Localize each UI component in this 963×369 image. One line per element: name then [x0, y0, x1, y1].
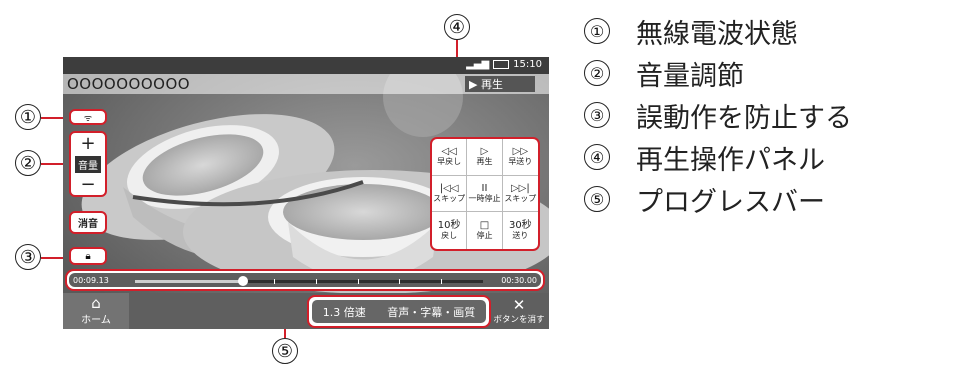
progress-knob[interactable]	[237, 276, 248, 286]
callout-4-badge: ④	[444, 14, 470, 40]
status-bar: ▂▄▆ 15:10	[63, 57, 549, 74]
legend-number: ④	[584, 144, 610, 170]
legend-text: プログレスバー	[636, 186, 825, 218]
callout-2-text: ②	[19, 152, 37, 174]
progress-fill	[135, 280, 243, 283]
skip-forward-icon: ▷▷|	[510, 182, 530, 194]
chapter-tick	[441, 279, 443, 284]
callout-3-text: ③	[19, 246, 37, 268]
signal-icon: ▂▄▆	[466, 59, 490, 70]
forward-30s-button[interactable]: 30秒 送り	[503, 212, 538, 249]
pause-label: 一時停止	[468, 193, 501, 203]
legend-item: ① 無線電波状態	[584, 10, 852, 52]
home-icon: ⌂	[91, 294, 101, 312]
hide-buttons-label: ボタンを消す	[493, 314, 545, 325]
stop-label: 停止	[476, 231, 493, 241]
legend-text: 誤動作を防止する	[636, 102, 852, 134]
home-label: ホーム	[81, 315, 111, 326]
volume-up-button[interactable]: +	[80, 134, 95, 153]
legend-text: 再生操作パネル	[636, 144, 825, 176]
legend-item: ④ 再生操作パネル	[584, 136, 852, 178]
fast-forward-icon: ▷▷	[512, 146, 529, 158]
replay-10s-text: 10秒	[437, 220, 461, 232]
legend-text: 無線電波状態	[636, 18, 798, 50]
legend-item: ③ 誤動作を防止する	[584, 94, 852, 136]
hide-buttons-button[interactable]: ✕ ボタンを消す	[489, 293, 549, 329]
play-state-indicator: ▶ 再生	[465, 76, 535, 92]
callout-4-text: ④	[448, 16, 466, 38]
progress-bar-body: 00:09.13 00:30.00	[69, 273, 541, 287]
callout-1-badge: ①	[15, 104, 41, 130]
legend-number: ②	[584, 60, 610, 86]
fast-forward-label: 早送り	[508, 157, 533, 167]
skip-forward-label: スキップ	[504, 193, 537, 203]
legend-number: ③	[584, 102, 610, 128]
mute-label: 消音	[78, 219, 98, 230]
volume-label: 音量	[75, 155, 101, 173]
program-title: OOOOOOOOOO	[67, 75, 191, 93]
rewind-label: 早戻し	[437, 157, 462, 167]
lock-icon: 🔒︎	[85, 250, 91, 262]
wifi-icon: ᯤ	[83, 113, 93, 124]
rewind-icon: ◁◁	[441, 146, 457, 158]
callout-5-text: ⑤	[276, 340, 294, 362]
home-button[interactable]: ⌂ ホーム	[63, 293, 129, 329]
wireless-status-indicator: ᯤ	[69, 109, 107, 125]
pause-icon: II	[481, 182, 488, 194]
skip-back-button[interactable]: |◁◁ スキップ	[432, 175, 468, 213]
chapter-tick	[274, 279, 276, 284]
audio-subtitle-quality-button[interactable]: 音声・字幕・画質	[387, 304, 475, 320]
chapter-tick	[357, 279, 359, 284]
callout-3-badge: ③	[15, 244, 41, 270]
current-time: 00:09.13	[73, 276, 109, 285]
replay-10s-label: 戻し	[441, 231, 458, 241]
skip-forward-button[interactable]: ▷▷| スキップ	[502, 176, 538, 213]
progress-track[interactable]	[135, 276, 483, 286]
callout-2-badge: ②	[15, 150, 41, 176]
play-label: 再生	[476, 157, 493, 167]
volume-control[interactable]: + 音量 −	[69, 131, 107, 197]
pause-button[interactable]: II 一時停止	[467, 175, 503, 213]
progress-bar[interactable]: 00:09.13 00:30.00	[65, 269, 545, 291]
playback-panel: ◁◁ 早戻し ▷ 再生 ▷▷ 早送り |◁◁ スキップ II 一時停止 ▷▷| スキップ 1…	[430, 137, 540, 251]
legend-item: ⑤ プログレスバー	[584, 178, 852, 220]
volume-down-button[interactable]: −	[80, 175, 95, 194]
speed-button[interactable]: 1.3 倍速	[323, 304, 366, 320]
skip-back-label: スキップ	[433, 193, 466, 203]
battery-icon	[493, 60, 510, 69]
bottom-bar: ⌂ ホーム 1.3 倍速 音声・字幕・画質 ✕ ボタンを消す	[63, 293, 549, 329]
playback-options-body: 1.3 倍速 音声・字幕・画質	[312, 300, 486, 323]
play-icon: ▷	[480, 146, 489, 158]
callout-5-badge: ⑤	[272, 338, 298, 364]
player-screen: ▂▄▆ 15:10 OOOOOOOOOO ▶ 再生 ᯤ + 音量 − 消音 🔒︎…	[63, 57, 549, 329]
forward-30s-label: 送り	[512, 231, 529, 241]
skip-back-icon: |◁◁	[439, 182, 459, 194]
total-time: 00:30.00	[501, 276, 537, 285]
lock-button[interactable]: 🔒︎	[69, 247, 107, 265]
callout-1-text: ①	[19, 106, 37, 128]
chapter-tick	[399, 279, 401, 284]
legend-number: ⑤	[584, 186, 610, 212]
playback-options: 1.3 倍速 音声・字幕・画質	[307, 295, 491, 328]
status-indicators: ▂▄▆ 15:10	[466, 59, 542, 70]
legend-item: ② 音量調節	[584, 52, 852, 94]
rewind-button[interactable]: ◁◁ 早戻し	[432, 139, 468, 176]
mute-button[interactable]: 消音	[69, 211, 107, 234]
legend-number: ①	[584, 18, 610, 44]
stop-icon: □	[479, 220, 490, 232]
forward-30s-text: 30秒	[508, 220, 532, 232]
fast-forward-button[interactable]: ▷▷ 早送り	[502, 139, 538, 176]
close-icon: ✕	[512, 295, 526, 314]
status-time: 15:10	[513, 59, 542, 70]
stop-button[interactable]: □ 停止	[467, 212, 503, 249]
chapter-tick	[315, 279, 317, 284]
legend-text: 音量調節	[636, 60, 744, 92]
replay-10s-button[interactable]: 10秒 戻し	[432, 212, 468, 249]
play-button[interactable]: ▷ 再生	[467, 139, 503, 176]
callout-legend: ① 無線電波状態 ② 音量調節 ③ 誤動作を防止する ④ 再生操作パネル ⑤ プログレスバ…	[584, 10, 852, 220]
